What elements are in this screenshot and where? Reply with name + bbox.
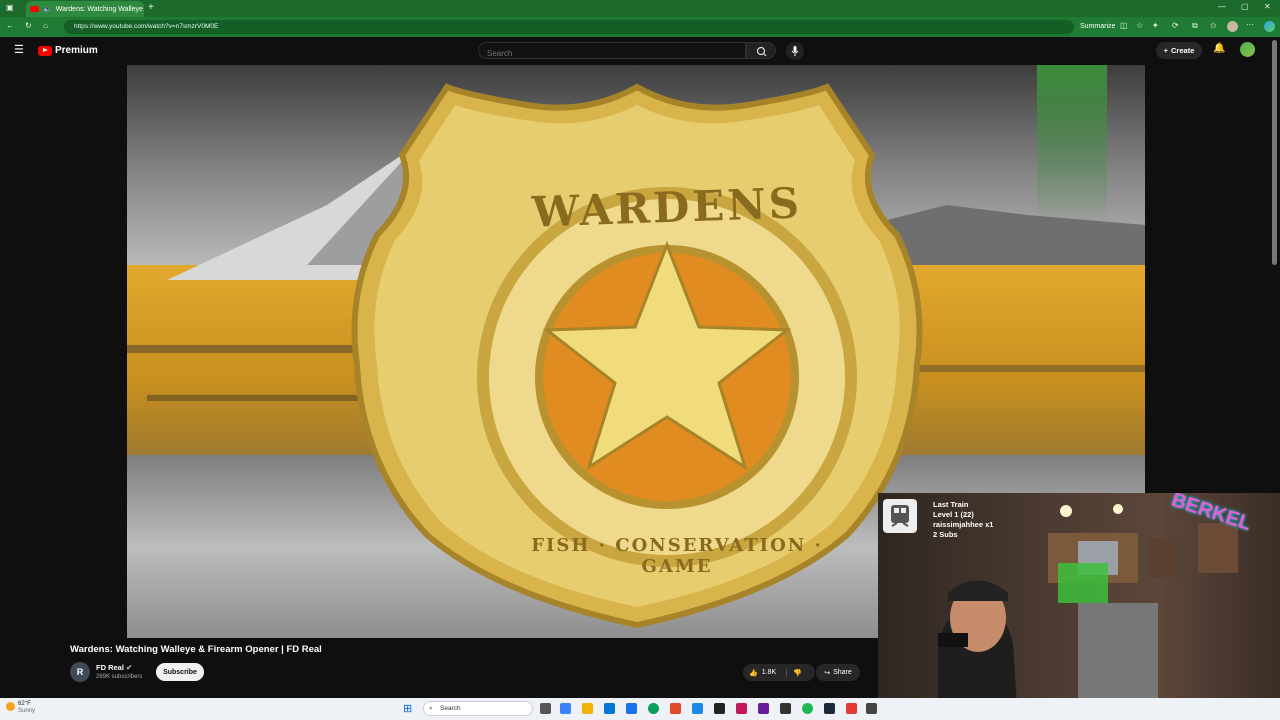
maximize-icon[interactable]: ▢	[1241, 2, 1249, 11]
subscribe-button[interactable]: Subscribe	[156, 663, 204, 681]
copilot-icon[interactable]	[1264, 21, 1275, 32]
app-icon-7[interactable]	[866, 703, 877, 714]
share-button[interactable]: ↪ Share	[816, 664, 860, 681]
back-icon[interactable]: ←	[6, 21, 14, 30]
like-dislike-group: 👍 1.8K 👎	[743, 664, 815, 681]
tab-title: Wardens: Watching Walleye	[55, 5, 143, 13]
verified-icon: ✔	[126, 663, 133, 672]
new-tab-icon[interactable]: +	[148, 2, 154, 13]
hamburger-menu-icon[interactable]: ☰	[14, 43, 24, 56]
voice-search-button[interactable]	[786, 42, 804, 60]
reload-icon[interactable]: ↻	[25, 21, 32, 30]
favorite-star-icon[interactable]: ☆	[1136, 21, 1143, 30]
logo-text: Premium	[55, 45, 98, 56]
app-icon-2[interactable]	[714, 703, 725, 714]
summarize-button[interactable]: Summarize	[1080, 20, 1115, 34]
app-icon-5[interactable]	[780, 703, 791, 714]
profile-avatar[interactable]	[1227, 21, 1238, 32]
hype-train-subs: 2 Subs	[933, 530, 958, 539]
channel-name-text: FD Real	[96, 663, 124, 672]
sun-icon	[6, 702, 15, 711]
home-icon[interactable]: ⌂	[43, 21, 48, 30]
create-label: Create	[1171, 46, 1195, 55]
store-icon[interactable]	[604, 703, 615, 714]
browser-tab-strip: ▣ 🔈 Wardens: Watching Walleye ✕ + — ▢ ✕	[0, 0, 1280, 17]
spotify-icon[interactable]	[802, 703, 813, 714]
plus-icon: +	[1163, 46, 1169, 55]
channel-name[interactable]: FD Real ✔	[96, 663, 132, 672]
collections-icon[interactable]: ⧉	[1192, 21, 1198, 31]
like-count[interactable]: 1.8K	[762, 669, 776, 676]
search-box	[478, 42, 746, 61]
outlook-icon[interactable]	[626, 703, 637, 714]
video-title: Wardens: Watching Walleye & Firearm Open…	[70, 644, 322, 655]
reader-icon[interactable]: ◫	[1120, 21, 1128, 30]
like-icon[interactable]: 👍	[749, 669, 758, 677]
browser-toolbar: ← ↻ ⌂ https://www.youtube.com/watch?v=n7…	[0, 17, 1280, 37]
dislike-icon[interactable]: 👎	[786, 668, 802, 677]
badge-ring-text: FISH · CONSERVATION · GAME	[531, 535, 823, 577]
file-explorer-icon[interactable]	[582, 703, 593, 714]
app-icon-1[interactable]	[692, 703, 703, 714]
share-icon: ↪	[824, 669, 831, 677]
address-bar[interactable]: https://www.youtube.com/watch?v=n7smzrV0…	[64, 20, 1074, 34]
app-icon-6[interactable]	[846, 703, 857, 714]
app-icon-4[interactable]	[758, 703, 769, 714]
taskbar-search[interactable]: ⌕ Search	[423, 701, 533, 716]
windows-taskbar: 62°F Sunny ⊞ ⌕ Search	[0, 698, 1280, 720]
more-menu-icon[interactable]: ⋯	[1246, 20, 1254, 29]
youtube-header: ☰ Premium + Create 🔔	[0, 37, 1280, 64]
search-input[interactable]	[479, 46, 745, 61]
search-button[interactable]	[746, 42, 776, 59]
page-scrollbar[interactable]	[1272, 40, 1277, 265]
train-icon	[883, 499, 917, 533]
windows-start-icon[interactable]: ⊞	[403, 702, 412, 715]
refresh-sync-icon[interactable]: ⟳	[1172, 21, 1179, 30]
app-icon-3[interactable]	[736, 703, 747, 714]
channel-avatar[interactable]: R	[70, 662, 90, 682]
favorites-icon[interactable]: ✩	[1210, 21, 1217, 30]
minimize-icon[interactable]: —	[1218, 2, 1226, 11]
taskbar-search-placeholder: Search	[440, 705, 461, 712]
microphone-icon	[791, 46, 799, 56]
browser-tab-active[interactable]: 🔈 Wardens: Watching Walleye ✕	[26, 1, 144, 17]
search-icon	[756, 46, 767, 57]
taskbar-search-icon: ⌕	[429, 705, 433, 712]
edge-icon[interactable]	[648, 703, 659, 714]
account-avatar[interactable]	[1240, 42, 1255, 57]
subscriber-count: 269K subscribers	[96, 674, 143, 680]
hype-train-text: Last Train Level 1 (22) raissimjahhee x1…	[933, 500, 993, 540]
hype-train-level: Level 1 (22)	[933, 510, 974, 519]
youtube-premium-logo[interactable]: Premium	[38, 45, 98, 56]
create-button[interactable]: + Create	[1156, 42, 1202, 59]
notifications-bell-icon[interactable]: 🔔	[1213, 43, 1225, 54]
copilot-taskbar-icon[interactable]	[560, 703, 571, 714]
hype-train-title: Last Train	[933, 500, 969, 509]
task-view-icon[interactable]	[540, 703, 551, 714]
tab-actions-icon[interactable]: ▣	[6, 3, 14, 12]
audio-icon[interactable]: 🔈	[43, 5, 52, 13]
close-window-icon[interactable]: ✕	[1264, 2, 1271, 11]
webcam-overlay: Last Train Level 1 (22) raissimjahhee x1…	[878, 493, 1280, 720]
hype-train-user: raissimjahhee x1	[933, 520, 994, 529]
office-icon[interactable]	[670, 703, 681, 714]
youtube-play-icon	[38, 45, 52, 56]
youtube-favicon-icon	[30, 6, 39, 12]
steam-icon[interactable]	[824, 703, 835, 714]
share-label: Share	[833, 669, 852, 676]
extensions-icon[interactable]: ✦	[1152, 21, 1159, 30]
weather-widget[interactable]: 62°F Sunny	[6, 701, 35, 715]
